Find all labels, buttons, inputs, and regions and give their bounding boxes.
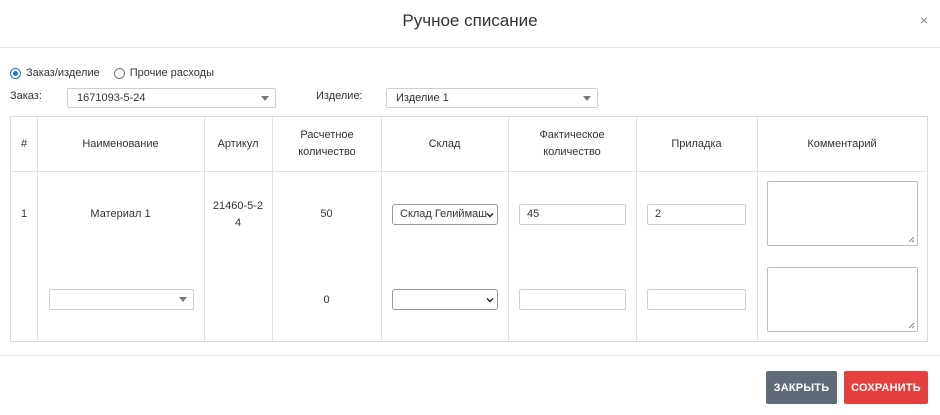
dialog-header: Ручное списание × — [0, 0, 940, 48]
resize-grip-icon[interactable] — [908, 322, 915, 329]
product-select[interactable]: Изделие 1 — [386, 88, 598, 108]
column-header-warehouse: Склад — [428, 137, 461, 150]
material-name-select[interactable] — [49, 289, 194, 310]
save-button[interactable]: СОХРАНИТЬ — [844, 371, 928, 404]
close-icon[interactable]: × — [920, 12, 928, 28]
warehouse-select[interactable]: Склад Гелиймаш — [392, 204, 498, 225]
column-header-actual-qty: Фактическое количество — [539, 129, 605, 158]
materials-table: # Наименование Артикул Расчетное количес… — [10, 116, 928, 342]
column-header-setup: Приладка — [671, 137, 722, 150]
column-header-calc-qty: Расчетное количество — [298, 129, 356, 158]
product-label: Изделие: — [316, 90, 363, 102]
radio-other-expenses[interactable]: Прочие расходы — [113, 67, 214, 79]
chevron-down-icon — [486, 298, 494, 303]
warehouse-select-value: Склад Гелиймаш — [400, 208, 488, 220]
column-header-number: # — [20, 137, 28, 150]
caret-down-icon — [583, 96, 591, 101]
radio-other-expenses-label: Прочие расходы — [129, 67, 214, 79]
footer-divider — [0, 355, 940, 356]
column-header-comment: Комментарий — [807, 137, 877, 150]
material-article: 21460-5-24 — [212, 200, 264, 229]
setup-input[interactable]: 2 — [647, 204, 746, 225]
product-select-value: Изделие 1 — [396, 92, 449, 104]
close-button[interactable]: ЗАКРЫТЬ — [766, 371, 837, 404]
chevron-down-icon — [486, 213, 494, 218]
caret-down-icon — [179, 297, 187, 302]
setup-input[interactable] — [647, 289, 746, 310]
column-divider — [508, 117, 509, 341]
column-header-article: Артикул — [217, 137, 259, 150]
header-divider — [11, 171, 927, 172]
actual-qty-input[interactable]: 45 — [519, 204, 626, 225]
order-select-value: 1671093-5-24 — [77, 92, 146, 104]
resize-grip-icon[interactable] — [908, 236, 915, 243]
actual-qty-input[interactable] — [519, 289, 626, 310]
material-name: Материал 1 — [90, 208, 151, 220]
radio-order-product-label: Заказ/изделие — [26, 67, 100, 79]
warehouse-select[interactable] — [392, 289, 498, 310]
mode-radio-group: Заказ/изделие Прочие расходы — [10, 66, 228, 80]
calc-qty: 0 — [323, 294, 330, 306]
caret-down-icon — [261, 96, 269, 101]
radio-order-product[interactable]: Заказ/изделие — [10, 67, 100, 79]
row-number: 1 — [20, 208, 28, 220]
radio-checked-icon — [10, 67, 21, 79]
dialog-title: Ручное списание — [402, 11, 538, 30]
calc-qty: 50 — [320, 208, 333, 220]
order-select[interactable]: 1671093-5-24 — [67, 88, 276, 108]
comment-textarea[interactable] — [767, 181, 918, 246]
column-header-name: Наименование — [82, 137, 159, 150]
comment-textarea[interactable] — [767, 267, 918, 332]
order-label: Заказ: — [10, 90, 42, 102]
radio-unchecked-icon — [113, 67, 125, 79]
